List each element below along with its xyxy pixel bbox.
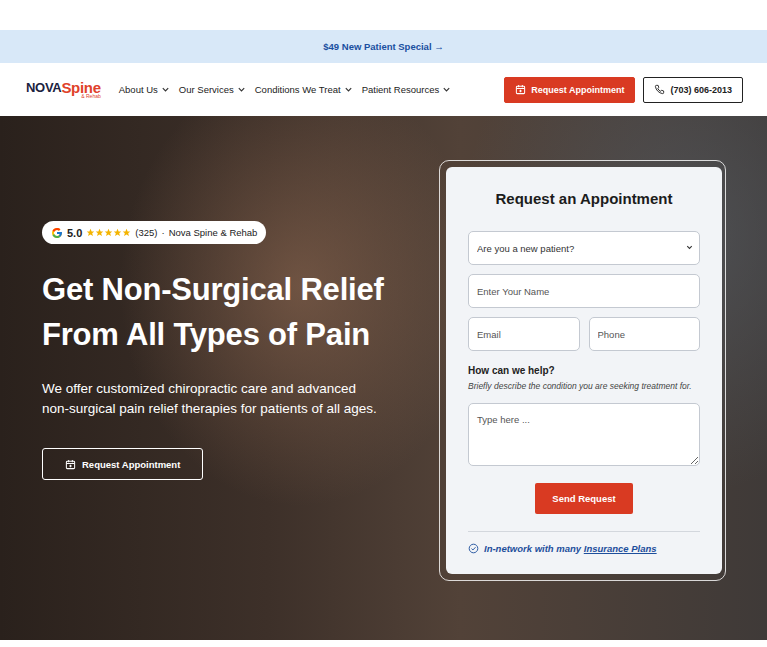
logo-brand: NOVA [26,80,61,94]
bottom-strip [0,640,767,647]
phone-icon [654,84,665,95]
nav-item[interactable]: About Us [119,84,170,95]
phone-button[interactable]: (703) 606-2013 [643,77,743,103]
hero-content: 5.0 (325) · Nova Spine & Rehab Get Non-S… [42,116,392,640]
form-frame: Request an Appointment Are you a new pat… [439,160,726,581]
chevron-down-icon [161,85,170,94]
rating-name: Nova Spine & Rehab [169,227,258,238]
patient-select[interactable]: Are you a new patient? [468,231,700,274]
nav-item[interactable]: Our Services [179,84,246,95]
nav-menu: About Us Our Services Conditions We Trea… [119,84,452,95]
send-request-button[interactable]: Send Request [535,483,632,514]
star-icon [113,228,122,237]
insurance-link[interactable]: Insurance Plans [584,543,657,554]
google-icon [51,227,63,239]
page: $49 New Patient Special → NOVA Spine & R… [0,0,767,647]
chevron-down-icon [442,85,451,94]
hero-title: Get Non-Surgical Relief From All Types o… [42,267,387,357]
divider [468,531,700,532]
star-icon [122,228,131,237]
star-icon [86,228,95,237]
chevron-down-icon [344,85,353,94]
calendar-icon [65,459,76,470]
star-icon [104,228,113,237]
name-input[interactable] [468,274,700,308]
nav-item[interactable]: Conditions We Treat [255,84,353,95]
submit-row: Send Request [468,483,700,514]
calendar-icon [515,84,526,95]
rating-badge[interactable]: 5.0 (325) · Nova Spine & Rehab [42,221,266,244]
phone-input[interactable] [589,317,701,351]
chevron-down-icon [685,243,694,252]
rating-stars [86,228,131,237]
nav-bar: NOVA Spine & Rehab About Us Our Services… [0,63,767,116]
email-input[interactable] [468,317,580,351]
check-circle-icon [468,543,479,554]
rating-count: (325) [135,227,157,238]
top-strip [0,0,767,30]
contact-row [468,317,700,360]
message-textarea[interactable] [468,403,700,466]
promo-bar[interactable]: $49 New Patient Special → [0,30,767,63]
form-title: Request an Appointment [468,190,700,207]
hero-request-button[interactable]: Request Appointment [42,448,203,480]
nav-actions: Request Appointment (703) 606-2013 [504,77,743,103]
appointment-form: Request an Appointment Are you a new pat… [446,167,722,574]
logo-sub: & Rehab [81,94,100,99]
rating-score: 5.0 [67,227,82,239]
logo-accent: Spine & Rehab [61,80,100,99]
rating-separator: · [161,227,164,238]
chevron-down-icon [237,85,246,94]
hero: 5.0 (325) · Nova Spine & Rehab Get Non-S… [0,116,767,640]
logo[interactable]: NOVA Spine & Rehab [26,80,101,99]
request-appointment-button[interactable]: Request Appointment [504,77,635,103]
insurance-text: In-network with many Insurance Plans [484,543,657,554]
patient-select-field[interactable]: Are you a new patient? [468,231,700,265]
star-icon [95,228,104,237]
insurance-note: In-network with many Insurance Plans [468,543,700,554]
hero-text: We offer customized chiropractic care an… [42,379,382,419]
help-label: How can we help? [468,365,700,376]
nav-item[interactable]: Patient Resources [362,84,452,95]
help-hint: Briefly describe the condition you are s… [468,380,700,393]
promo-text[interactable]: $49 New Patient Special → [323,41,443,52]
